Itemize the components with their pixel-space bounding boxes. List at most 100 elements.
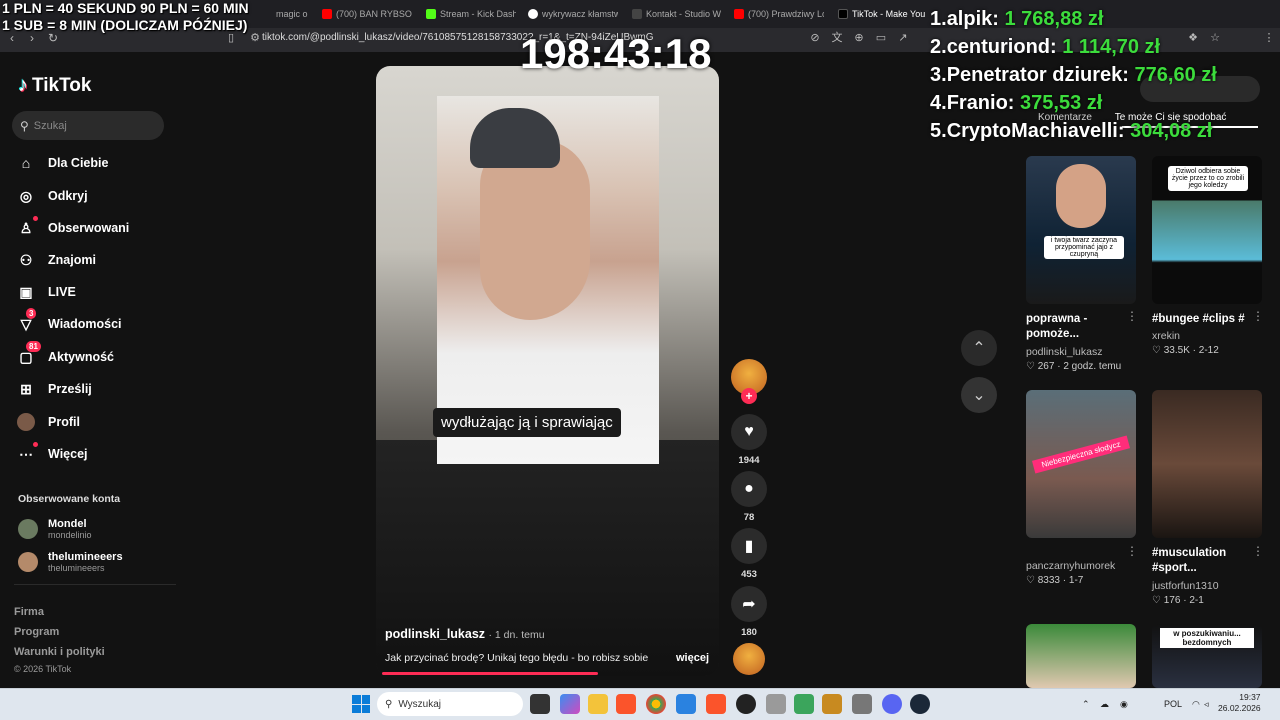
zoom-icon[interactable]: ⊕ [852, 31, 866, 45]
taskbar-search[interactable]: ⚲ Wyszukaj [377, 692, 523, 716]
system-clock[interactable]: 19:37 26.02.2026 [1218, 692, 1261, 714]
nav-friends[interactable]: ⚇ Znajomi [16, 250, 96, 270]
browser-tab[interactable]: wykrywacz kłamstw [528, 4, 618, 24]
language-indicator[interactable]: POL [1164, 699, 1182, 709]
share-icon[interactable]: ↗ [896, 31, 910, 45]
chrome-icon[interactable] [646, 694, 666, 714]
extension-icon[interactable]: ❖ [1186, 31, 1200, 45]
nav-messages[interactable]: ▽ 3 Wiadomości [16, 308, 122, 334]
cloud-icon[interactable]: ☁ [1100, 699, 1109, 710]
previous-video-button[interactable]: ⌃ [961, 330, 997, 366]
nav-following[interactable]: ♙ Obserwowani [16, 216, 129, 238]
browser-tab[interactable]: Stream - Kick Dashb [426, 4, 516, 24]
follow-plus-icon[interactable]: + [741, 388, 757, 404]
nav-explore[interactable]: ◎ Odkryj [16, 186, 88, 206]
calculator-icon[interactable] [852, 694, 872, 714]
footer-link[interactable]: Warunki i polityki [14, 646, 105, 658]
edge-icon[interactable] [676, 694, 696, 714]
recommended-card[interactable] [1152, 390, 1262, 538]
obs-icon[interactable] [736, 694, 756, 714]
followed-account[interactable]: Mondel mondelinio [18, 518, 92, 540]
tray-chevron-icon[interactable]: ⌃ [1082, 699, 1090, 710]
brave-icon[interactable] [706, 694, 726, 714]
next-video-button[interactable]: ⌄ [961, 377, 997, 413]
discord-icon[interactable] [882, 694, 902, 714]
donor-name: Franio: [946, 92, 1015, 114]
volume-icon[interactable]: ◃ [1204, 699, 1209, 710]
no-camera-icon[interactable]: ⊘ [808, 31, 822, 45]
file-explorer-icon[interactable] [588, 694, 608, 714]
browser-tab[interactable]: Kontakt - Studio W [632, 4, 722, 24]
nav-profile[interactable]: Profil [16, 412, 80, 432]
notepad-icon[interactable] [766, 694, 786, 714]
edge-tray-icon[interactable]: ◉ [1120, 699, 1128, 710]
share-count: 180 [741, 627, 757, 638]
task-view-icon[interactable] [530, 694, 550, 714]
browser-tab[interactable]: magic o [276, 4, 324, 24]
like-count: 1944 [738, 455, 760, 466]
app-icon[interactable] [794, 694, 814, 714]
app-icon[interactable] [822, 694, 842, 714]
kebab-icon[interactable]: ⋮ [1126, 544, 1138, 558]
favorites-icon[interactable]: ☆ [1208, 31, 1222, 45]
footer-link[interactable]: Firma [14, 606, 44, 618]
card-title[interactable]: #musculation #sport... [1152, 546, 1262, 576]
card-user[interactable]: xrekin [1152, 330, 1180, 342]
translate-icon[interactable]: 文 [830, 31, 844, 45]
card-user[interactable]: podlinski_lukasz [1026, 346, 1102, 358]
avatar [18, 519, 38, 539]
followed-account[interactable]: thelumineeers thelumineeers [18, 551, 123, 573]
browser-tab[interactable]: (700) Prawdziwy Lo [734, 4, 824, 24]
nav-upload[interactable]: ⊞ Prześlij [16, 379, 92, 399]
browser-tab-active[interactable]: TikTok - Make You [838, 4, 926, 24]
brave-icon[interactable] [616, 694, 636, 714]
tiktok-logo[interactable]: ♪ TikTok [18, 74, 91, 97]
recommended-card[interactable]: Dziwol odbiera sobie życie przez to co z… [1152, 156, 1262, 304]
browser-tab[interactable]: (700) BAN RYBSON [322, 4, 412, 24]
site-info-icon[interactable]: ⚙ [248, 31, 262, 45]
cast-icon[interactable]: ▭ [874, 31, 888, 45]
save-count: 453 [741, 569, 757, 580]
kebab-icon[interactable]: ⋮ [1126, 309, 1138, 323]
recommended-card[interactable]: Niebezpieczna słodycz [1026, 390, 1136, 538]
back-icon[interactable]: ‹ [10, 31, 14, 45]
kebab-icon[interactable]: ⋮ [1252, 544, 1264, 558]
wifi-icon[interactable]: ◠ [1192, 699, 1200, 710]
nav-more[interactable]: ⋯ Więcej [16, 442, 88, 464]
video-progress[interactable] [382, 672, 598, 675]
like-button[interactable]: ♥ [731, 414, 767, 450]
video-author[interactable]: podlinski_lukasz · 1 dn. temu [385, 627, 545, 641]
bookmark-icon[interactable]: ▯ [224, 31, 238, 45]
recommended-card[interactable]: w poszukiwaniu... bezdomnych [1152, 624, 1262, 688]
rank-number: 4. [930, 92, 947, 114]
steam-icon[interactable] [910, 694, 930, 714]
save-button[interactable]: ▮ [731, 528, 767, 564]
more-link[interactable]: więcej [676, 652, 709, 664]
rank-number: 5. [930, 120, 947, 142]
copilot-icon[interactable] [560, 694, 580, 714]
menu-icon[interactable]: ⋮ [1262, 31, 1276, 45]
sound-disc[interactable] [733, 643, 765, 675]
youtube-icon [734, 9, 744, 19]
recommended-card[interactable]: i twoja twarz zaczyna przypominać jajo z… [1026, 156, 1136, 304]
card-age: 2 godz. temu [1063, 361, 1122, 372]
reload-icon[interactable]: ↻ [48, 31, 58, 45]
kebab-icon[interactable]: ⋮ [1252, 309, 1264, 323]
nav-activity[interactable]: ▢ 81 Aktywność [16, 341, 114, 367]
nav-for-you[interactable]: ⌂ Dla Ciebie [16, 153, 109, 173]
card-user[interactable]: panczarnyhumorek [1026, 560, 1115, 572]
start-icon[interactable] [352, 695, 370, 713]
heart-icon: ♥ [744, 423, 754, 440]
forward-icon[interactable]: › [30, 31, 34, 45]
copyright: © 2026 TikTok [14, 664, 72, 674]
leaderboard-entry: 1.alpik: 1 768,88 zł [930, 8, 1103, 31]
card-title[interactable]: #bungee #clips # [1152, 312, 1262, 327]
share-button[interactable]: ➦ [731, 586, 767, 622]
card-title[interactable]: poprawna - pomoże... [1026, 312, 1136, 342]
recommended-card[interactable] [1026, 624, 1136, 688]
comment-button[interactable]: ● [731, 471, 767, 507]
card-user[interactable]: justforfun1310 [1152, 580, 1219, 592]
nav-live[interactable]: ▣ LIVE [16, 282, 75, 302]
footer-link[interactable]: Program [14, 626, 59, 638]
search-input[interactable]: ⚲ Szukaj [12, 111, 164, 140]
